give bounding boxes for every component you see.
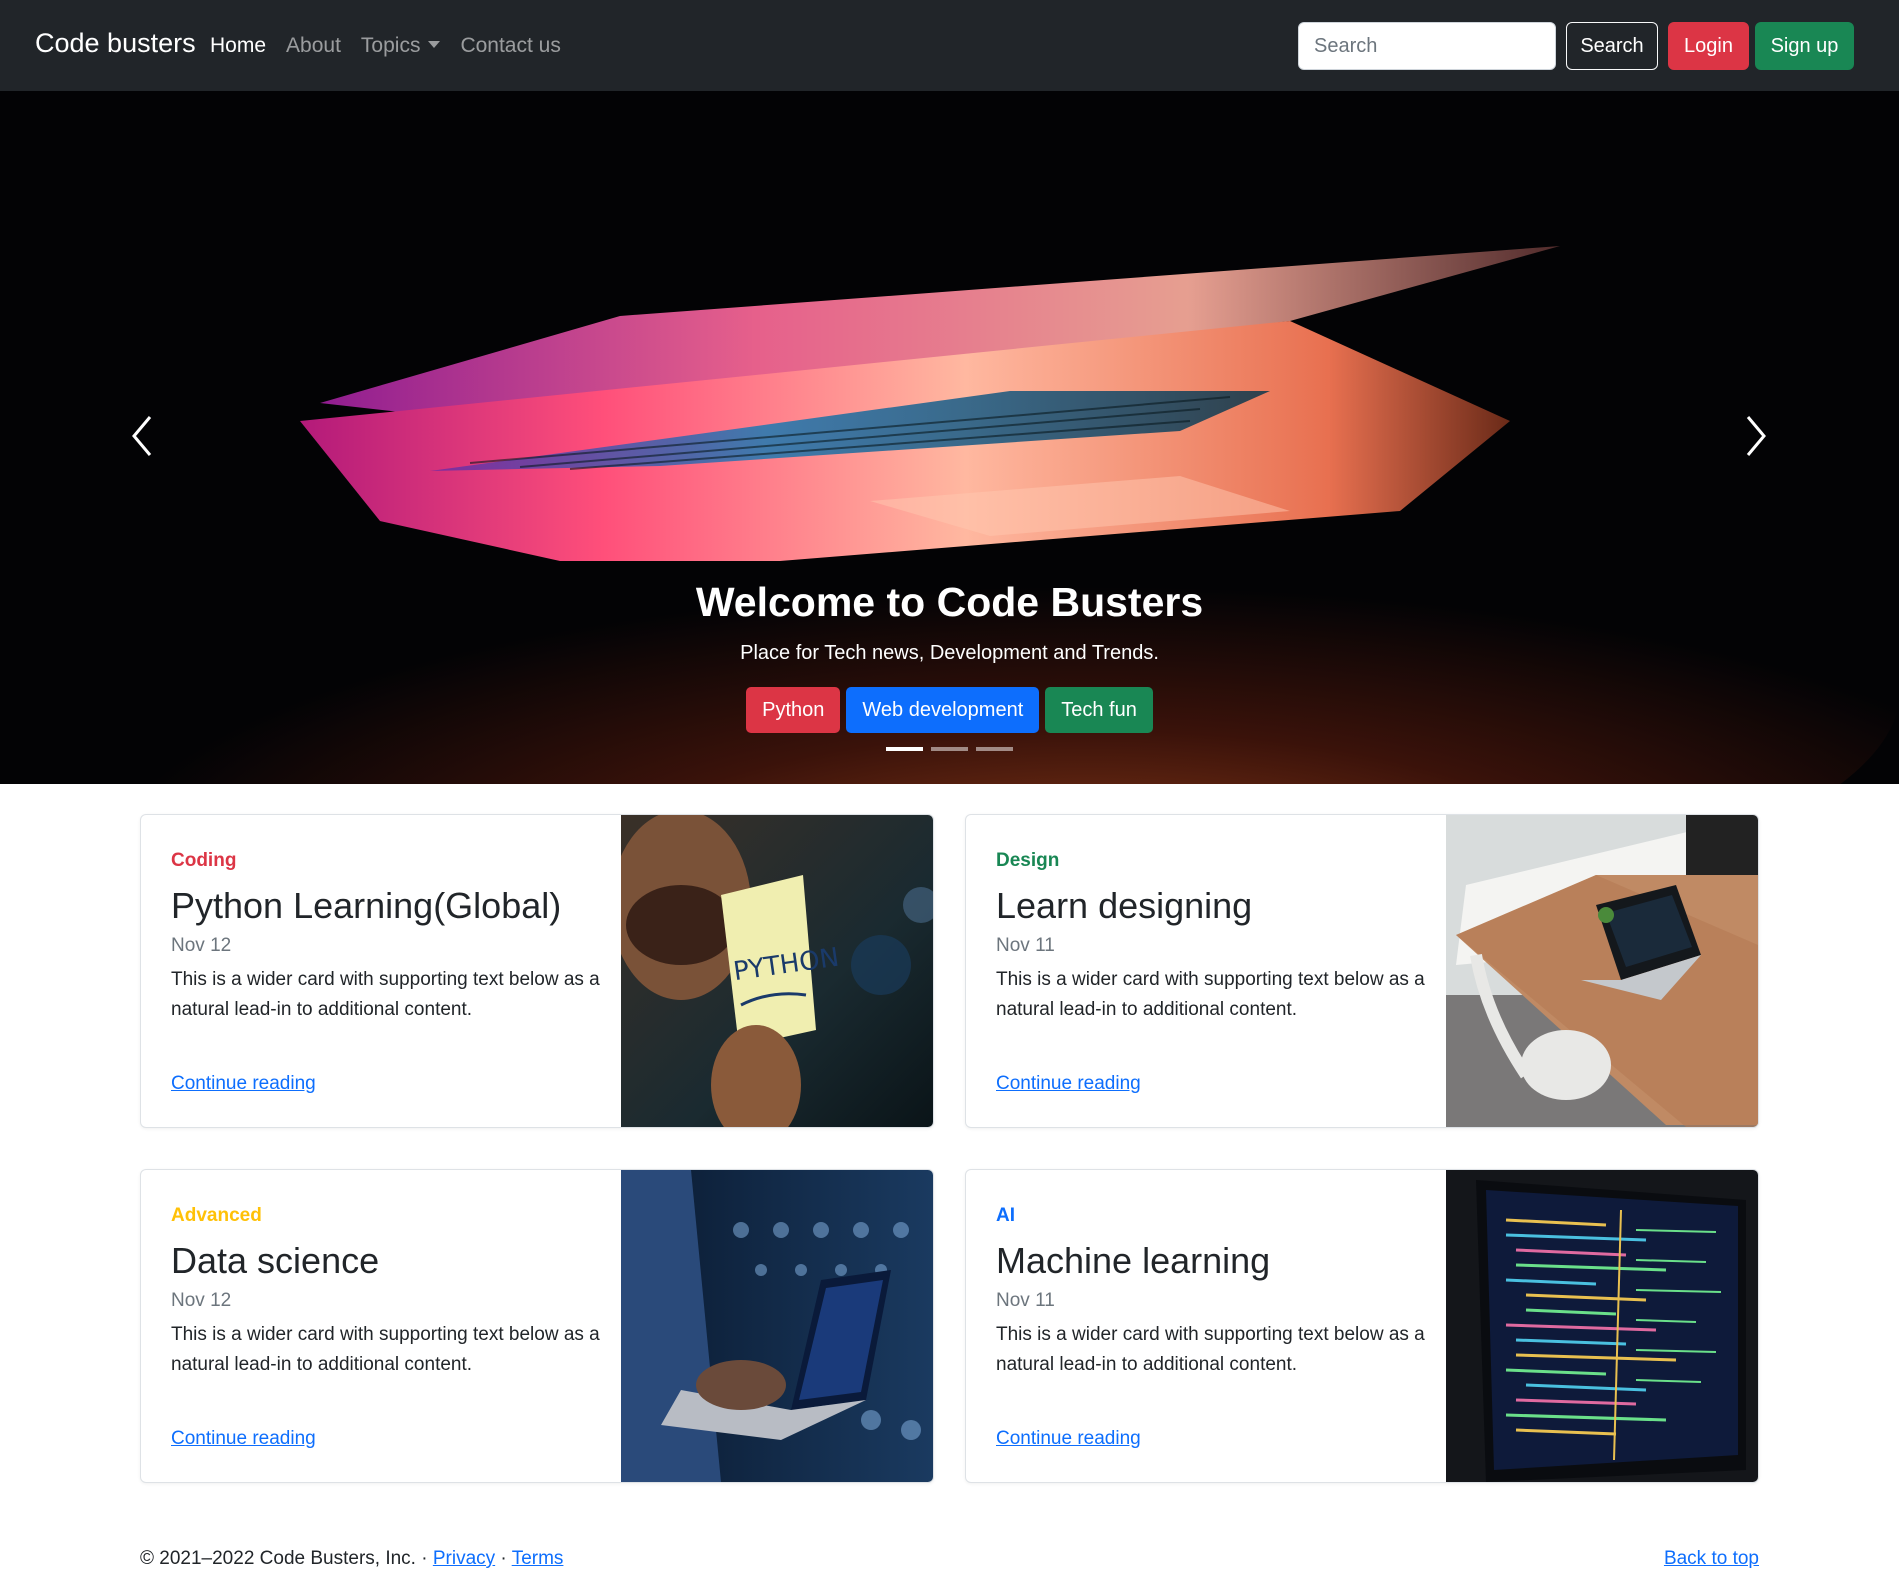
carousel-title: Welcome to Code Busters xyxy=(695,579,1204,625)
hero-carousel: Welcome to Code Busters Place for Tech n… xyxy=(0,91,1899,784)
carousel-next-icon[interactable] xyxy=(1736,411,1776,461)
card-category: Advanced xyxy=(171,1205,262,1226)
card-title: Learn designing xyxy=(996,885,1253,926)
python-button[interactable]: Python xyxy=(746,687,841,733)
carousel-subtitle: Place for Tech news, Development and Tre… xyxy=(740,642,1159,664)
navbar: Code busters Home About Topics Contact u… xyxy=(0,0,1899,91)
continue-reading-link[interactable]: Continue reading xyxy=(171,1073,316,1095)
python-note-image: PYTHON xyxy=(621,815,933,1127)
carousel-indicator-3[interactable] xyxy=(976,747,1013,751)
nav-links: Home About Topics Contact us xyxy=(210,34,561,58)
search-input[interactable] xyxy=(1298,22,1556,70)
continue-reading-link[interactable]: Continue reading xyxy=(996,1428,1141,1450)
web-development-button[interactable]: Web development xyxy=(846,687,1040,733)
card-text: This is a wider card with supporting tex… xyxy=(171,1324,600,1375)
card-text: This is a wider card with supporting tex… xyxy=(996,969,1425,1020)
card-date: Nov 11 xyxy=(996,1290,1055,1311)
nav-link-home[interactable]: Home xyxy=(210,34,266,58)
server-room-laptop-image xyxy=(621,1170,933,1482)
carousel-indicators xyxy=(0,747,1899,751)
search-button[interactable]: Search xyxy=(1566,22,1658,70)
card-category: Coding xyxy=(171,850,237,871)
continue-reading-link[interactable]: Continue reading xyxy=(996,1073,1141,1095)
card-title: Data science xyxy=(171,1240,380,1281)
nav-dropdown-topics[interactable]: Topics xyxy=(361,34,441,58)
article-card: Design Learn designing Nov 11 This is a … xyxy=(965,814,1759,1128)
card-category: AI xyxy=(996,1205,1015,1226)
card-title: Python Learning(Global) xyxy=(171,885,562,926)
nav-link-contact[interactable]: Contact us xyxy=(460,34,560,58)
caret-down-icon xyxy=(428,41,441,48)
footer-right: Back to top xyxy=(1664,1548,1759,1570)
card-category: Design xyxy=(996,850,1060,871)
tech-fun-button[interactable]: Tech fun xyxy=(1045,687,1153,733)
nav-link-topics-label: Topics xyxy=(360,34,421,57)
code-laptop-image xyxy=(1446,1170,1758,1482)
carousel-prev-icon[interactable] xyxy=(122,411,162,461)
card-date: Nov 12 xyxy=(171,935,232,956)
card-title: Machine learning xyxy=(996,1240,1271,1281)
card-date: Nov 11 xyxy=(996,935,1055,956)
brand-logo[interactable]: Code busters xyxy=(35,28,196,59)
card-date: Nov 12 xyxy=(171,1290,232,1311)
back-to-top-link[interactable]: Back to top xyxy=(1664,1548,1759,1569)
terms-link[interactable]: Terms xyxy=(512,1548,564,1569)
login-button[interactable]: Login xyxy=(1668,22,1749,70)
article-card: Coding Python Learning(Global) Nov 12 Th… xyxy=(140,814,934,1128)
privacy-link[interactable]: Privacy xyxy=(433,1548,495,1569)
signup-button[interactable]: Sign up xyxy=(1755,22,1854,70)
desk-workspace-image xyxy=(1446,815,1758,1127)
nav-link-about[interactable]: About xyxy=(286,34,341,58)
laptop-hero-image xyxy=(0,91,1899,784)
article-card: Advanced Data science Nov 12 This is a w… xyxy=(140,1169,934,1483)
card-text: This is a wider card with supporting tex… xyxy=(996,1324,1425,1375)
footer-copyright: © 2021–2022 Code Busters, Inc. · Privacy… xyxy=(140,1548,563,1570)
copyright-text: © 2021–2022 Code Busters, Inc. · xyxy=(140,1548,433,1569)
article-card: AI Machine learning Nov 11 This is a wid… xyxy=(965,1169,1759,1483)
card-text: This is a wider card with supporting tex… xyxy=(171,969,600,1020)
continue-reading-link[interactable]: Continue reading xyxy=(171,1428,316,1450)
footer-separator: · xyxy=(495,1548,512,1569)
carousel-indicator-1[interactable] xyxy=(886,747,923,751)
carousel-topic-buttons: Python Web development Tech fun xyxy=(0,687,1899,733)
carousel-indicator-2[interactable] xyxy=(931,747,968,751)
